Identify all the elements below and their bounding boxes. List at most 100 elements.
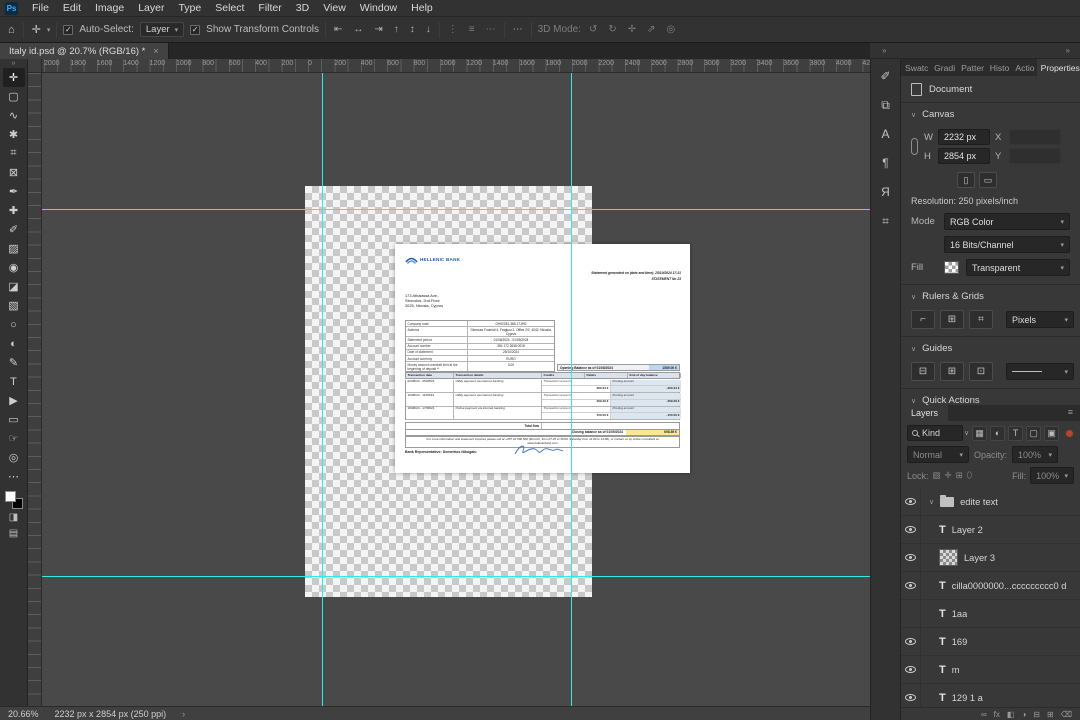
layers-action-icon[interactable]: ◧ [1007,710,1015,719]
align-icon[interactable]: ↑ [392,24,401,35]
height-field[interactable]: 2854 px [938,148,990,164]
guides-section-header[interactable]: ∨ Guides [901,337,1080,358]
auto-select-dropdown[interactable]: Layer ▾ [139,22,185,37]
layer-row[interactable]: ∨ 129 1 a [901,684,1080,707]
collapse-panels-icon[interactable]: » [882,46,886,55]
blend-mode-dropdown[interactable]: Normal ▾ [907,446,969,463]
menu-item[interactable]: Image [88,0,131,16]
status-options-icon[interactable]: › [182,709,185,719]
path-selection-tool[interactable]: ▶ [3,391,25,410]
move-tool[interactable]: ✛ [2,68,25,87]
3d-mode-icon[interactable]: ◎ [665,24,678,35]
canvas-section-header[interactable]: ∨ Canvas [901,103,1080,124]
lock-icon[interactable]: ▨ [933,470,941,481]
vertical-ruler[interactable] [28,73,42,706]
layer-filter-type-icon[interactable]: ▢ [1026,425,1042,441]
guide-toggle-button[interactable]: ⊡ [969,362,993,381]
more-options-icon[interactable]: ⋯ [511,24,525,35]
3d-mode-icon[interactable]: ↻ [606,24,618,35]
menu-item[interactable]: View [316,0,353,16]
layer-thumbnail[interactable] [939,524,946,536]
units-dropdown[interactable]: Pixels ▾ [1006,311,1074,328]
layers-action-icon[interactable]: ⌫ [1061,710,1072,719]
fill-dropdown[interactable]: 100% ▾ [1030,467,1075,484]
screen-mode-button[interactable]: ▤ [3,525,25,541]
layer-thumbnail[interactable] [939,636,946,648]
layers-action-icon[interactable]: ⊞ [1047,710,1054,719]
brush-settings-panel-icon[interactable]: ✐ [876,67,896,85]
ruler-origin-corner[interactable] [28,59,42,73]
healing-brush-tool[interactable]: ✚ [3,201,25,220]
layer-row[interactable]: ∨ m [901,656,1080,684]
layer-visibility-toggle[interactable] [901,516,921,543]
auto-select-checkbox[interactable]: ✓ [63,24,74,35]
layer-thumbnail[interactable] [939,692,946,704]
crop-tool[interactable]: ⌗ [3,144,25,163]
document-tab[interactable]: Italy id.psd @ 20.7% (RGB/16) * × [0,43,169,59]
guide-toggle-button[interactable]: ⊟ [911,362,935,381]
blur-tool[interactable]: ○ [3,315,25,334]
guide-toggle-button[interactable]: ⊞ [940,362,964,381]
group-expand-caret-icon[interactable]: ∨ [929,498,934,506]
layers-tab[interactable]: Layers [901,405,949,421]
ruler-toggle-button[interactable]: ⌐ [911,310,935,329]
panel-tab[interactable]: Gradi [930,59,957,76]
3d-mode-icon[interactable]: ✛ [626,24,638,35]
lock-icon[interactable]: ⊞ [956,470,963,481]
layers-action-icon[interactable]: ⊟ [1033,710,1040,719]
lasso-tool[interactable]: ∿ [3,106,25,125]
layer-visibility-toggle[interactable] [901,628,921,655]
portrait-orientation-button[interactable]: ▯ [957,172,975,188]
layer-filter-type-icon[interactable]: T [1008,425,1024,441]
menu-item[interactable]: File [25,0,56,16]
quick-actions-section-header[interactable]: ∨ Quick Actions [901,389,1080,405]
horizontal-guide[interactable] [42,209,870,210]
align-icon[interactable]: ↔ [351,24,365,35]
canvas-fill-dropdown[interactable]: Transparent ▾ [966,259,1070,276]
link-dimensions-icon[interactable] [911,138,918,155]
canvas-viewport[interactable]: HELLENIC BANK Statement generated on (da… [42,73,870,706]
object-selection-tool[interactable]: ✱ [3,125,25,144]
layer-row[interactable]: ∨ 1aa [901,600,1080,628]
panel-tab[interactable]: Properties [1036,59,1080,76]
type-tool[interactable]: T [3,372,25,391]
paragraph-panel-icon[interactable]: ¶ [876,154,896,172]
panel-tab[interactable]: Swatc [901,59,930,76]
close-icon[interactable]: × [153,46,158,56]
menu-item[interactable]: 3D [289,0,316,16]
distribute-icon[interactable]: ⋯ [484,24,498,35]
color-mode-dropdown[interactable]: RGB Color ▾ [944,213,1070,230]
zoom-tool[interactable]: ◎ [3,448,25,467]
layer-filter-type-icon[interactable]: ▣ [1044,425,1060,441]
eraser-tool[interactable]: ◪ [3,277,25,296]
menu-item[interactable]: Window [353,0,404,16]
lock-icon[interactable]: ✛ [945,470,952,481]
align-icon[interactable]: ⇥ [372,24,384,35]
menu-item[interactable]: Edit [56,0,88,16]
home-icon[interactable]: ⌂ [6,24,17,36]
collapse-toolbar-icon[interactable]: » [12,60,16,68]
horizontal-guide[interactable] [42,576,870,577]
layer-visibility-toggle[interactable] [901,488,921,515]
history-brush-tool[interactable]: ◉ [3,258,25,277]
layer-visibility-toggle[interactable] [901,572,921,599]
align-icon[interactable]: ⇤ [332,24,344,35]
3d-mode-icon[interactable]: ⇗ [645,24,657,35]
distribute-icon[interactable]: ⋮ [446,24,460,35]
layer-thumbnail[interactable] [939,549,958,566]
clone-source-panel-icon[interactable]: ⧉ [876,96,896,114]
layer-row[interactable]: ∨ cilla0000000...ccccccccc0 d [901,572,1080,600]
libraries-panel-icon[interactable]: ⌗ [876,212,896,230]
horizontal-ruler[interactable]: 2000 1800 1600 1400 1200 1000 800 600 400 200 0 200… [42,59,870,73]
menu-item[interactable]: Type [171,0,208,16]
layer-thumbnail[interactable] [939,608,946,620]
layers-action-icon[interactable]: ◑ [1021,710,1026,719]
clone-stamp-tool[interactable]: ▨ [3,239,25,258]
rulers-grids-section-header[interactable]: ∨ Rulers & Grids [901,285,1080,306]
layer-visibility-toggle[interactable] [901,544,921,571]
move-tool-preset-icon[interactable]: ✛ [30,23,43,36]
brush-tool[interactable]: ✐ [3,220,25,239]
layers-action-icon[interactable]: ∞ [981,710,987,719]
panel-tab[interactable]: Actio [1011,59,1036,76]
collapse-panels-icon[interactable]: » [1066,46,1070,55]
